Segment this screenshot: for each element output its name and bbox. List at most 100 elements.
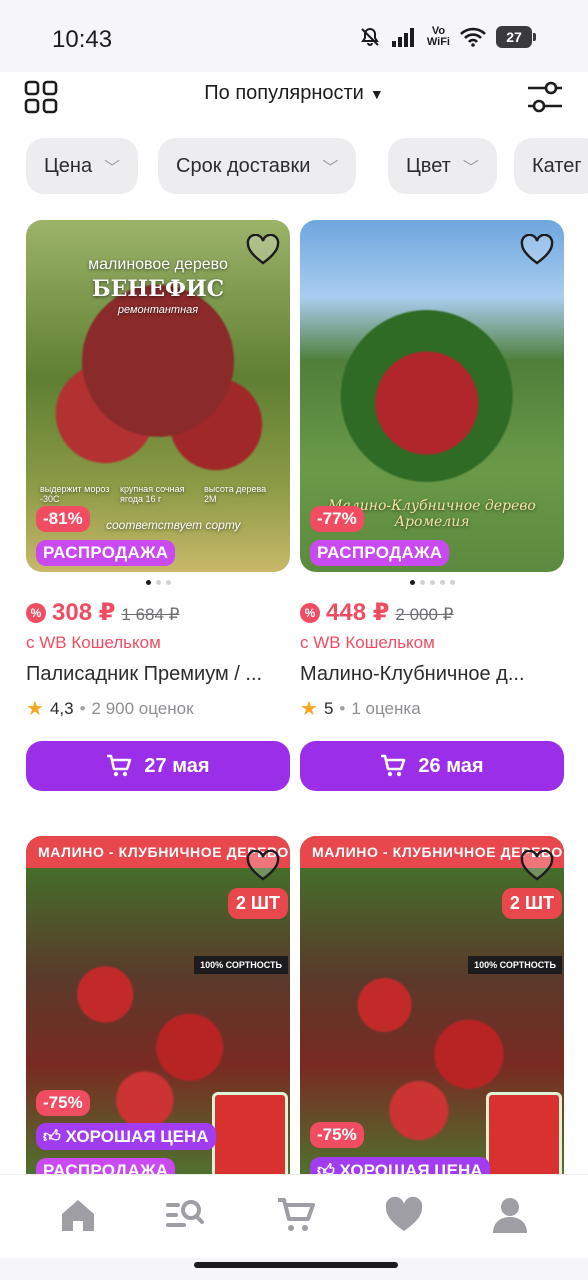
rating-row: ★ 4,3 • 2 900 оценок: [26, 696, 290, 721]
chip-label: Катег: [532, 154, 582, 177]
wallet-note: с WB Кошельком: [26, 633, 161, 652]
favorite-heart-icon[interactable]: [246, 234, 280, 266]
chevron-down-icon: ﹀: [322, 160, 339, 177]
pagination-dot: [145, 580, 151, 585]
price: 308 ₽: [52, 599, 116, 626]
star-icon: ★: [300, 698, 318, 720]
product-title[interactable]: Малино-Клубничное д...: [300, 663, 564, 686]
old-price: 1 684 ₽: [121, 605, 180, 624]
chevron-down-icon: ﹀: [104, 160, 121, 177]
product-image[interactable]: МАЛИНО - КЛУБНИЧНОЕ ДЕРЕВО 2 ШТ 100% СОР…: [300, 836, 564, 1174]
chip-category[interactable]: Катег: [514, 138, 588, 194]
variety-tag: 100% СОРТНОСТЬ: [468, 956, 562, 974]
pagination-dot: [419, 580, 425, 585]
cart-nav-icon[interactable]: [276, 1195, 316, 1235]
reviews-count: 2 900 оценок: [91, 698, 194, 718]
product-grid: малиновое дерево БЕНЕФИС ремонтантная вы…: [0, 206, 588, 1174]
bottom-nav: [0, 1174, 588, 1258]
filter-chips: Цена ﹀ Срок доставки ﹀ Цвет ﹀ Катег: [0, 136, 588, 206]
pagination-dot: [439, 580, 445, 585]
image-pagination: [300, 580, 564, 586]
favorite-heart-icon[interactable]: [520, 234, 554, 266]
product-title[interactable]: Палисадник Премиум / ...: [26, 663, 290, 686]
wifi-icon: [460, 27, 486, 47]
sort-dropdown[interactable]: По популярности ▼: [0, 82, 588, 105]
thumbs-up-icon: 👍︎: [317, 1161, 340, 1174]
discount-badge: -81%: [36, 506, 90, 532]
sort-label: По популярности: [204, 82, 364, 104]
product-image[interactable]: МАЛИНО - КЛУБНИЧНОЕ ДЕРЕВО 2 ШТ 100% СОР…: [26, 836, 290, 1174]
image-subtitle: БЕНЕФИС: [91, 276, 225, 302]
chip-label: Цена: [44, 154, 93, 177]
rating-row: ★ 5 • 1 оценка: [300, 696, 564, 721]
inset-photo: [212, 1092, 288, 1174]
good-price-badge: 👍︎ ХОРОШАЯ ЦЕНА: [36, 1123, 216, 1150]
good-price-label: ХОРОШАЯ ЦЕНА: [339, 1161, 483, 1174]
good-price-badge: 👍︎ ХОРОШАЯ ЦЕНА: [310, 1157, 490, 1174]
caret-down-icon: ▼: [369, 86, 384, 102]
product-card[interactable]: МАЛИНО - КЛУБНИЧНОЕ ДЕРЕВО 2 ШТ 100% СОР…: [26, 836, 290, 1174]
image-pagination: [26, 580, 290, 586]
chevron-down-icon: ﹀: [462, 160, 479, 177]
inset-photo: [486, 1092, 562, 1174]
wallet-note: с WB Кошельком: [300, 633, 435, 652]
signal-icon: [391, 28, 414, 47]
pagination-dot: [449, 580, 455, 585]
price-row: % 448 ₽ 2 000 ₽: [300, 598, 564, 627]
product-image[interactable]: Малино-Клубничное дерево Аромелия -77% Р…: [300, 220, 564, 572]
favorites-icon[interactable]: [384, 1195, 424, 1235]
product-card[interactable]: Малино-Клубничное дерево Аромелия -77% Р…: [300, 220, 564, 791]
home-indicator: [194, 1262, 398, 1268]
good-price-label: ХОРОШАЯ ЦЕНА: [65, 1127, 209, 1146]
rating-value: 4,3: [49, 698, 74, 718]
sale-badge: РАСПРОДАЖА: [36, 1158, 176, 1174]
variety-tag: 100% СОРТНОСТЬ: [194, 956, 288, 974]
separator: •: [79, 698, 86, 718]
product-card[interactable]: МАЛИНО - КЛУБНИЧНОЕ ДЕРЕВО 2 ШТ 100% СОР…: [300, 836, 564, 1174]
profile-icon[interactable]: [490, 1195, 530, 1235]
product-card[interactable]: малиновое дерево БЕНЕФИС ремонтантная вы…: [26, 220, 290, 791]
add-to-cart-button[interactable]: 27 мая: [26, 741, 290, 791]
thumbs-up-icon: 👍︎: [43, 1127, 66, 1146]
vowifi-bottom: WiFi: [426, 36, 450, 48]
cart-icon: [381, 754, 406, 777]
image-caption: соответствует сорту: [106, 518, 241, 532]
delivery-date: 27 мая: [144, 754, 210, 777]
quantity-badge: 2 ШТ: [227, 888, 288, 919]
delivery-date: 26 мая: [418, 754, 484, 777]
image-feature: выдержит мороз -30С: [40, 484, 110, 504]
pagination-dot: [409, 580, 415, 585]
chip-color[interactable]: Цвет ﹀: [388, 138, 497, 194]
quantity-badge: 2 ШТ: [501, 888, 562, 919]
status-time: 10:43: [52, 26, 113, 53]
filters-icon[interactable]: [526, 80, 564, 114]
battery-indicator: 27: [496, 26, 536, 48]
discount-badge: -77%: [310, 506, 364, 532]
pagination-dot: [429, 580, 435, 585]
status-icons: Vo WiFi 27: [359, 26, 536, 48]
star-icon: ★: [26, 698, 44, 720]
image-feature: высота дерева 2М: [204, 484, 267, 504]
chip-delivery-time[interactable]: Срок доставки ﹀: [158, 138, 357, 194]
separator: •: [339, 698, 346, 718]
product-image[interactable]: малиновое дерево БЕНЕФИС ремонтантная вы…: [26, 220, 290, 572]
price-row: % 308 ₽ 1 684 ₽: [26, 598, 290, 627]
reviews-count: 1 оценка: [351, 698, 421, 718]
rating-value: 5: [323, 698, 334, 718]
favorite-heart-icon[interactable]: [246, 850, 280, 882]
status-bar: 10:43 Vo WiFi 27: [0, 0, 588, 72]
top-bar: По популярности ▼: [0, 72, 588, 136]
add-to-cart-button[interactable]: 26 мая: [300, 741, 564, 791]
sale-badge: РАСПРОДАЖА: [36, 540, 176, 566]
image-feature: крупная сочная ягода 16 г: [120, 484, 185, 504]
discount-percent-icon: %: [300, 602, 320, 623]
chip-price[interactable]: Цена ﹀: [26, 138, 139, 194]
favorite-heart-icon[interactable]: [520, 850, 554, 882]
image-note: ремонтантная: [117, 304, 199, 316]
catalog-search-icon[interactable]: [164, 1195, 204, 1235]
vowifi-label: Vo WiFi: [427, 26, 450, 48]
home-icon[interactable]: [58, 1195, 98, 1235]
discount-badge: -75%: [36, 1090, 90, 1116]
discount-badge: -75%: [310, 1122, 364, 1148]
old-price: 2 000 ₽: [395, 605, 454, 624]
